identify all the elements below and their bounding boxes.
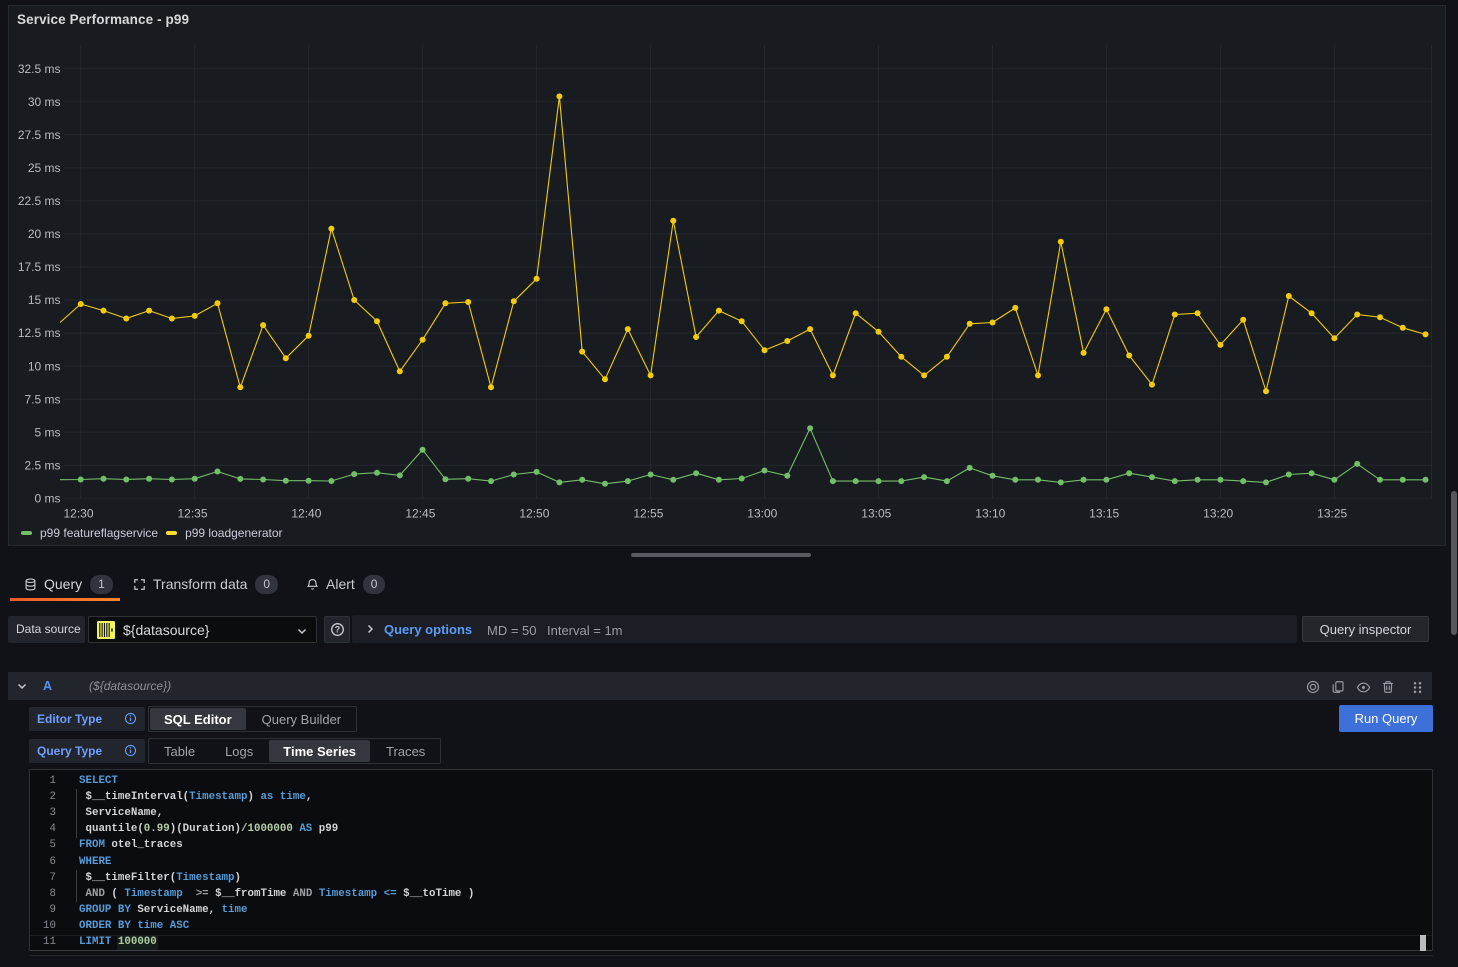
svg-text:13:20: 13:20 [1203,507,1233,521]
svg-text:13:00: 13:00 [747,507,777,521]
svg-text:30 ms: 30 ms [28,95,61,109]
svg-text:12:45: 12:45 [405,507,435,521]
svg-text:27.5 ms: 27.5 ms [18,128,61,142]
svg-text:22.5 ms: 22.5 ms [18,194,61,208]
svg-text:0 ms: 0 ms [34,492,60,506]
svg-text:20 ms: 20 ms [28,227,61,241]
svg-text:25 ms: 25 ms [28,161,61,175]
svg-text:32.5 ms: 32.5 ms [18,62,61,76]
svg-text:12.5 ms: 12.5 ms [18,326,61,340]
svg-text:5 ms: 5 ms [34,425,60,439]
svg-text:7.5 ms: 7.5 ms [24,392,60,406]
svg-text:12:50: 12:50 [519,507,549,521]
svg-text:12:55: 12:55 [633,507,663,521]
svg-text:2.5 ms: 2.5 ms [24,458,60,472]
svg-text:13:25: 13:25 [1317,507,1347,521]
svg-text:15 ms: 15 ms [28,293,61,307]
svg-text:12:30: 12:30 [63,507,93,521]
svg-text:12:40: 12:40 [291,507,321,521]
svg-text:13:05: 13:05 [861,507,891,521]
svg-text:13:10: 13:10 [975,507,1005,521]
svg-text:12:35: 12:35 [177,507,207,521]
svg-text:13:15: 13:15 [1089,507,1119,521]
svg-text:10 ms: 10 ms [28,359,61,373]
svg-text:17.5 ms: 17.5 ms [18,260,61,274]
svg-text:?: ? [334,625,339,635]
